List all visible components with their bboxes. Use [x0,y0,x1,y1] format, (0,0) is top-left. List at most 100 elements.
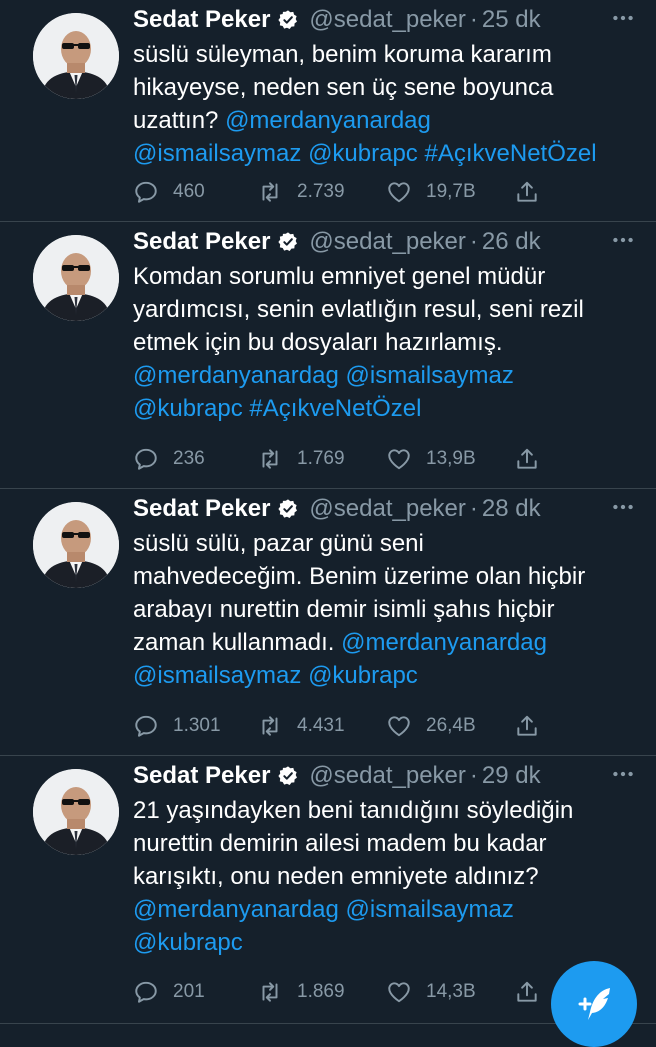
tweet-text-line: @ismailsaymaz @kubrapc #AçıkveNetÖzel [133,137,640,170]
more-options-button[interactable] [608,756,638,792]
likes-count: 14,3B [426,981,476,1002]
mention-link[interactable]: @kubrapc [308,662,418,689]
like-icon [388,982,410,1003]
tweet-text: Komdan sorumlu emniyet genel müdür yardım… [133,260,640,425]
tweet-text-line: süslü süleyman, benim koruma kararım [133,38,640,71]
text-segment: mahvedeceğim. Benim üzerime olan hiçbir [133,563,586,590]
tweet-text-line: 21 yaşındayken beni tanıdığını söylediği… [133,794,640,827]
author-name[interactable]: Sedat Peker [133,495,270,523]
share-button[interactable] [514,175,554,209]
more-icon [613,504,633,510]
hashtag-link[interactable]: #AçıkveNetÖzel [424,140,596,167]
tweet-card[interactable]: Sedat Peker @sedat_peker · 26 dk Komdan soru… [0,222,656,489]
avatar[interactable] [33,13,119,99]
like-button[interactable]: 14,3B [386,975,476,1009]
timestamp[interactable]: 25 dk [482,6,541,34]
text-segment: hikayeyse, neden sen üç sene boyunca [133,74,554,101]
like-button[interactable]: 26,4B [386,709,476,743]
replies-count: 236 [173,448,205,469]
mention-link[interactable]: @ismailsaymaz [133,662,301,689]
mention-link[interactable]: @merdanyanardag [133,362,339,389]
text-segment [339,362,346,389]
timestamp[interactable]: 28 dk [482,495,541,523]
timestamp[interactable]: 26 dk [482,228,541,256]
mention-link[interactable]: @ismailsaymaz [133,140,301,167]
share-button[interactable] [514,709,554,743]
author-name[interactable]: Sedat Peker [133,762,270,790]
author-handle[interactable]: @sedat_peker [309,495,465,523]
author-name[interactable]: Sedat Peker [133,6,270,34]
hashtag-link[interactable]: #AçıkveNetÖzel [249,395,421,422]
text-segment: karışıktı, onu neden emniyete aldınız? [133,863,539,890]
text-segment: zaman kullanmadı. [133,629,342,656]
share-button[interactable] [514,442,554,476]
tweet-text-line: @ismailsaymaz @kubrapc [133,659,640,692]
text-segment [339,896,346,923]
reply-icon [135,448,157,470]
retweet-button[interactable]: 1.869 [257,975,345,1009]
retweet-button[interactable]: 4.431 [257,709,345,743]
tweet-header: Sedat Peker @sedat_peker · 25 dk [133,2,642,38]
avatar[interactable] [33,235,119,321]
retweets-count: 4.431 [297,715,345,736]
author-handle[interactable]: @sedat_peker [309,228,465,256]
more-options-button[interactable] [608,0,638,36]
avatar[interactable] [33,502,119,588]
mention-link[interactable]: @ismailsaymaz [346,896,514,923]
mention-link[interactable]: @kubrapc [133,929,243,956]
more-options-button[interactable] [608,489,638,525]
reply-button[interactable]: 201 [133,975,205,1009]
like-button[interactable]: 13,9B [386,442,476,476]
timestamp[interactable]: 29 dk [482,762,541,790]
mention-link[interactable]: @kubrapc [133,395,243,422]
reply-button[interactable]: 1.301 [133,709,221,743]
replies-count: 460 [173,181,205,202]
tweet-actions: 201 1.869 14,3B [133,975,616,1009]
reply-button[interactable]: 236 [133,442,205,476]
mention-link[interactable]: @merdanyanardag [341,629,547,656]
tweet-text-line: arabayı nurettin demir isimli şahıs hiçb… [133,593,640,626]
retweet-icon [262,182,278,202]
mention-link[interactable]: @merdanyanardag [133,896,339,923]
author-name[interactable]: Sedat Peker [133,228,270,256]
reply-icon [135,181,157,203]
text-segment: yardımcısı, senin evlatlığın resul, seni… [133,296,584,323]
tweet-card[interactable]: Sedat Peker @sedat_peker · 25 dk süslü süley… [0,0,656,222]
tweet-text-line: süslü sülü, pazar günü seni [133,527,640,560]
tweet-header: Sedat Peker @sedat_peker · 29 dk [133,758,642,794]
likes-count: 26,4B [426,715,476,736]
reply-icon [135,715,157,737]
tweet-text: süslü süleyman, benim koruma kararım hika… [133,38,640,170]
timeline-feed: Sedat Peker @sedat_peker · 25 dk süslü süley… [0,0,656,1024]
tweet-text-line: karışıktı, onu neden emniyete aldınız? [133,860,640,893]
mention-link[interactable]: @ismailsaymaz [346,362,514,389]
text-segment: Komdan sorumlu emniyet genel müdür [133,263,546,290]
more-options-button[interactable] [608,222,638,258]
author-handle[interactable]: @sedat_peker [309,762,465,790]
retweet-button[interactable]: 2.739 [257,175,345,209]
share-button[interactable] [514,975,554,1009]
separator-dot: · [469,762,478,789]
verified-badge-icon [277,498,299,520]
retweet-button[interactable]: 1.769 [257,442,345,476]
text-segment: uzattın? [133,107,226,134]
author-handle[interactable]: @sedat_peker [309,6,465,34]
compose-tweet-button[interactable] [551,961,637,1047]
like-button[interactable]: 19,7B [386,175,476,209]
reply-button[interactable]: 460 [133,175,205,209]
mention-link[interactable]: @merdanyanardag [225,107,431,134]
tweet-text: 21 yaşındayken beni tanıdığını söylediği… [133,794,640,959]
tweet-text-line: Komdan sorumlu emniyet genel müdür [133,260,640,293]
likes-count: 19,7B [426,181,476,202]
retweets-count: 1.769 [297,448,345,469]
tweet-actions: 1.301 4.431 26,4B [133,709,616,743]
verified-badge-icon [277,231,299,253]
mention-link[interactable]: @kubrapc [308,140,418,167]
tweet-text-line: yardımcısı, senin evlatlığın resul, seni… [133,293,640,326]
share-icon [517,715,537,736]
tweet-text-line: @kubrapc #AçıkveNetÖzel [133,392,640,425]
share-icon [517,181,537,202]
tweet-card[interactable]: Sedat Peker @sedat_peker · 28 dk süslü sülü,… [0,489,656,756]
likes-count: 13,9B [426,448,476,469]
avatar[interactable] [33,769,119,855]
